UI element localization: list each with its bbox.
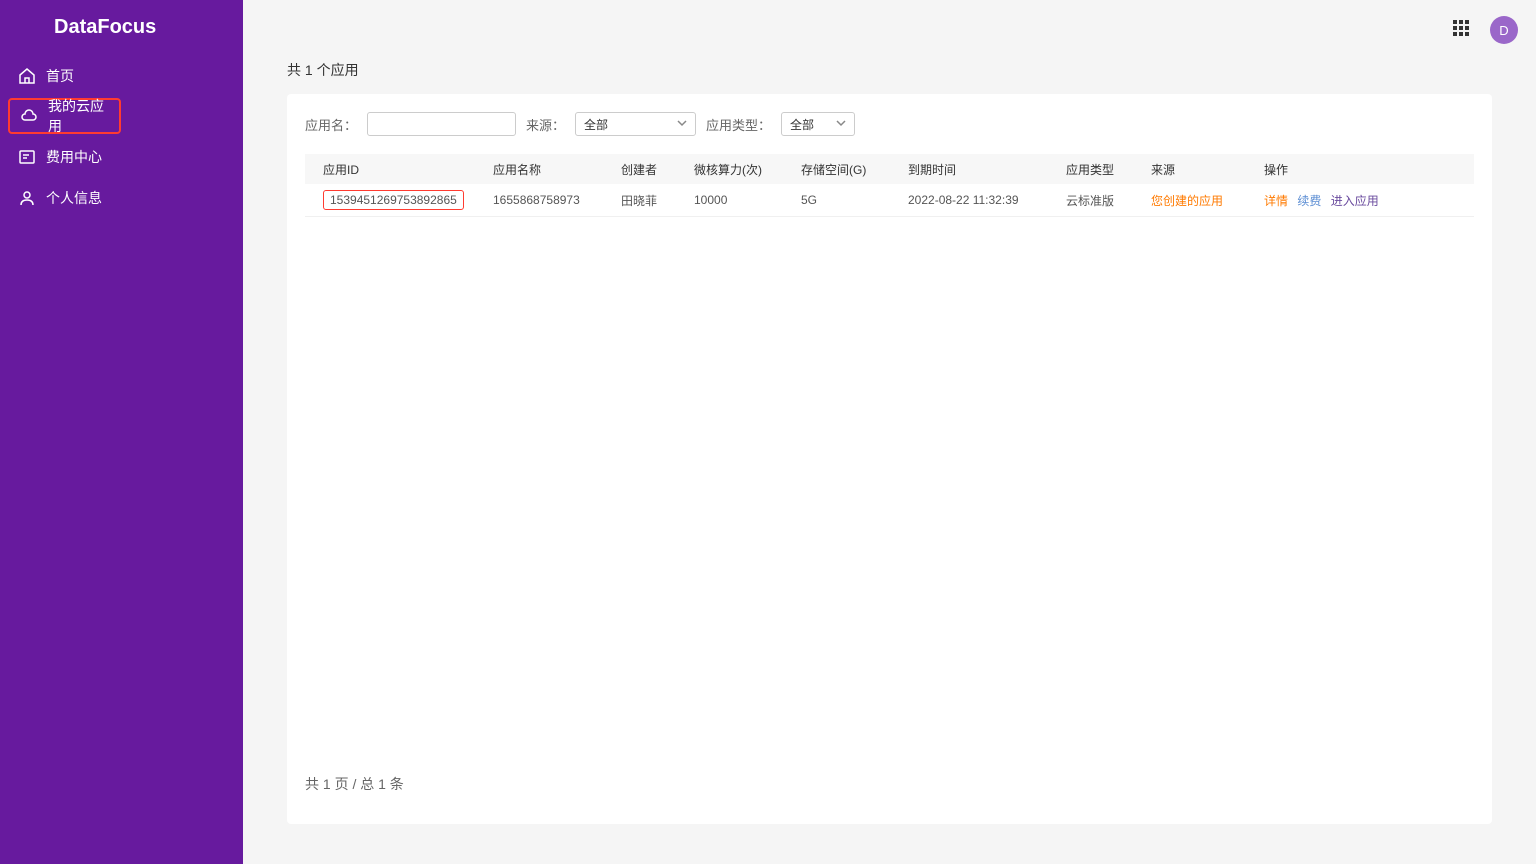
detail-link[interactable]: 详情 — [1264, 194, 1288, 208]
sidebar-item-cloud-apps[interactable]: 我的云应用 — [8, 98, 121, 134]
sidebar-item-profile[interactable]: 个人信息 — [0, 177, 243, 218]
home-icon — [18, 67, 36, 85]
cell-app-id: 1539451269753892865 — [323, 190, 464, 210]
sidebar-item-label: 个人信息 — [46, 188, 102, 208]
type-select[interactable]: 全部 — [781, 112, 855, 136]
billing-icon — [18, 148, 36, 166]
source-select-value: 全部 — [584, 116, 608, 133]
col-expiry: 到期时间 — [900, 154, 1058, 184]
apps-grid-icon[interactable] — [1452, 19, 1470, 42]
col-type: 应用类型 — [1058, 154, 1143, 184]
avatar-letter: D — [1499, 23, 1508, 38]
cell-app-name: 1655868758973 — [485, 184, 613, 217]
user-icon — [18, 189, 36, 207]
filter-row: 应用名： 来源： 全部 应用类型： 全部 — [305, 112, 1474, 136]
cell-expiry: 2022-08-22 11:32:39 — [900, 184, 1058, 217]
col-source: 来源 — [1143, 154, 1256, 184]
content-panel: 应用名： 来源： 全部 应用类型： 全部 — [287, 94, 1492, 824]
cell-type: 云标准版 — [1058, 184, 1143, 217]
table-header-row: 应用ID 应用名称 创建者 微核算力(次) 存储空间(G) 到期时间 应用类型 … — [305, 154, 1474, 184]
col-app-name: 应用名称 — [485, 154, 613, 184]
logo-area: DataFocus — [0, 0, 243, 55]
enter-app-link[interactable]: 进入应用 — [1331, 194, 1379, 208]
brand-logo-icon — [18, 14, 54, 41]
renew-link[interactable]: 续费 — [1297, 194, 1321, 208]
table-row: 1539451269753892865 1655868758973 田晓菲 10… — [305, 184, 1474, 217]
sidebar-item-billing[interactable]: 费用中心 — [0, 136, 243, 177]
search-app-name-input[interactable] — [367, 112, 516, 136]
cell-source: 您创建的应用 — [1151, 194, 1223, 208]
sidebar-item-home[interactable]: 首页 — [0, 55, 243, 96]
filter-app-name-label: 应用名： — [305, 115, 357, 134]
chevron-down-icon — [676, 117, 688, 132]
apps-table: 应用ID 应用名称 创建者 微核算力(次) 存储空间(G) 到期时间 应用类型 … — [305, 154, 1474, 217]
chevron-down-icon — [835, 117, 847, 132]
source-select[interactable]: 全部 — [575, 112, 696, 136]
col-compute: 微核算力(次) — [686, 154, 793, 184]
topbar: D — [243, 0, 1536, 60]
avatar[interactable]: D — [1490, 16, 1518, 44]
sidebar-item-label: 我的云应用 — [48, 96, 109, 136]
pagination-summary: 共 1 页 / 总 1 条 — [305, 774, 404, 794]
brand-title: DataFocus — [54, 16, 156, 39]
sidebar-item-label: 首页 — [46, 66, 74, 86]
sidebar: DataFocus 首页 我的云应用 费用中心 个人信息 — [0, 0, 243, 864]
app-count-text: 共 1 个应用 — [287, 60, 359, 80]
cell-actions: 详情 续费 进入应用 — [1256, 184, 1474, 217]
filter-type-label: 应用类型： — [706, 115, 771, 134]
filter-source-label: 来源： — [526, 115, 565, 134]
cloud-icon — [20, 107, 38, 125]
col-creator: 创建者 — [613, 154, 686, 184]
cell-storage: 5G — [793, 184, 900, 217]
cell-compute: 10000 — [686, 184, 793, 217]
cell-creator: 田晓菲 — [613, 184, 686, 217]
col-app-id: 应用ID — [305, 154, 485, 184]
type-select-value: 全部 — [790, 116, 814, 133]
sidebar-item-label: 费用中心 — [46, 147, 102, 167]
main-area: D 共 1 个应用 应用名： 来源： 全部 应用类型： 全部 — [243, 0, 1536, 864]
col-actions: 操作 — [1256, 154, 1474, 184]
col-storage: 存储空间(G) — [793, 154, 900, 184]
